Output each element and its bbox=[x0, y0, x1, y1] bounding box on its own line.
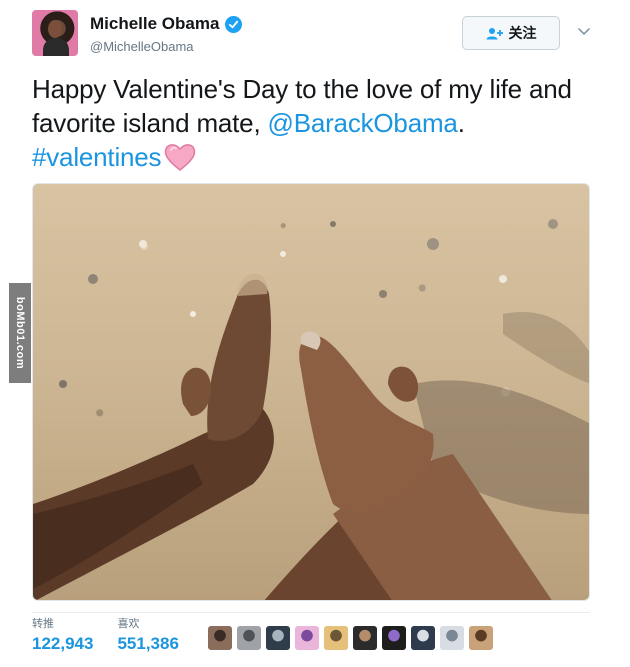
avatar-body bbox=[43, 38, 69, 56]
verified-badge-icon bbox=[225, 15, 243, 33]
follow-button[interactable]: 关注 bbox=[462, 16, 560, 50]
stats-divider bbox=[32, 612, 590, 613]
author-name-row[interactable]: Michelle Obama bbox=[90, 14, 243, 34]
tweet-text-part2: . bbox=[457, 108, 465, 138]
tweet-photo[interactable] bbox=[32, 183, 590, 601]
watermark-text: boMb01.com bbox=[14, 296, 27, 370]
retweets-count[interactable]: 122,943 bbox=[32, 633, 93, 655]
liker-avatars bbox=[208, 626, 493, 650]
liker-avatar[interactable] bbox=[237, 626, 261, 650]
liker-avatar[interactable] bbox=[353, 626, 377, 650]
follow-label: 关注 bbox=[508, 25, 537, 41]
likes-stat[interactable]: 喜欢 551,386 bbox=[117, 617, 178, 663]
liker-avatar[interactable] bbox=[469, 626, 493, 650]
author-handle[interactable]: @MichelleObama bbox=[90, 39, 194, 54]
tweet-stats: 转推 122,943 喜欢 551,386 bbox=[32, 617, 179, 663]
side-watermark: boMb01.com bbox=[9, 283, 31, 383]
hashtag-link[interactable]: #valentines bbox=[32, 142, 162, 172]
pink-heart-emoji-icon bbox=[163, 142, 197, 180]
add-user-icon bbox=[486, 27, 503, 40]
avatar[interactable] bbox=[32, 10, 78, 56]
avatar-face bbox=[48, 20, 62, 38]
likes-count[interactable]: 551,386 bbox=[117, 633, 178, 655]
chevron-down-icon[interactable] bbox=[577, 24, 591, 38]
liker-avatar[interactable] bbox=[382, 626, 406, 650]
tweet-text: Happy Valentine's Day to the love of my … bbox=[32, 72, 592, 180]
liker-avatar[interactable] bbox=[208, 626, 232, 650]
retweets-label: 转推 bbox=[32, 618, 54, 630]
liker-avatar[interactable] bbox=[266, 626, 290, 650]
beach-feet-illustration bbox=[33, 219, 589, 600]
liker-avatar[interactable] bbox=[411, 626, 435, 650]
retweets-stat[interactable]: 转推 122,943 bbox=[32, 617, 93, 663]
author-name[interactable]: Michelle Obama bbox=[90, 14, 219, 34]
likes-label: 喜欢 bbox=[117, 618, 140, 630]
liker-avatar[interactable] bbox=[440, 626, 464, 650]
mention-link[interactable]: @BarackObama bbox=[268, 108, 458, 138]
tweet-header: Michelle Obama @MichelleObama 关注 bbox=[0, 0, 630, 70]
liker-avatar[interactable] bbox=[324, 626, 348, 650]
liker-avatar[interactable] bbox=[295, 626, 319, 650]
